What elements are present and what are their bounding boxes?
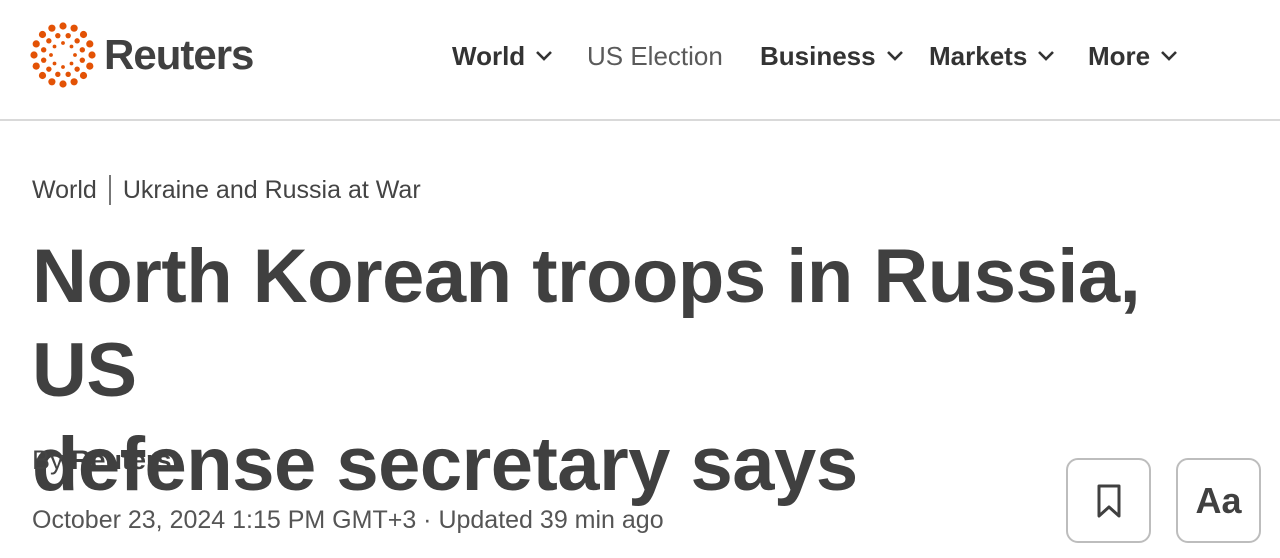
nav-item-label: World (452, 40, 526, 71)
logo-dot (59, 22, 67, 30)
logo-dot (32, 62, 40, 70)
logo-dot (61, 65, 65, 69)
main-nav: Business (760, 38, 904, 74)
chevron-down-icon (1038, 51, 1055, 61)
logo-dot (79, 57, 86, 63)
logo-dot (46, 66, 52, 72)
logo-dot (69, 44, 74, 49)
nav-item-label: Business (760, 40, 876, 71)
logo-dot (40, 47, 47, 53)
logo-dot (32, 40, 40, 48)
logo-dot (30, 51, 38, 59)
logo-dot (52, 61, 57, 66)
logo-text: Reuters (104, 31, 254, 78)
main-nav: Markets (929, 38, 1055, 74)
main-nav: World (452, 38, 553, 74)
logo-dot (86, 62, 94, 70)
logo-dot (59, 80, 67, 88)
logo-dot (70, 78, 78, 86)
logo-dot (65, 71, 71, 78)
text-size-label: Aa (1195, 479, 1242, 521)
byline-prefix: By (32, 445, 64, 475)
logo-dot (79, 30, 88, 39)
author-link[interactable]: Reuters (71, 445, 172, 475)
text-size-button[interactable]: Aa (1176, 458, 1261, 543)
chevron-down-icon (886, 51, 903, 61)
nav-item-markets[interactable]: Markets (929, 41, 1055, 72)
nav-item-label: Markets (929, 40, 1028, 71)
logo-dot (40, 57, 47, 63)
logo-dot (65, 32, 71, 39)
logo-dot (55, 71, 61, 78)
headline-line-1: North Korean troops in Russia, US (32, 234, 1141, 413)
site-header: Reuters World US Election Business Marke… (0, 0, 1280, 121)
logo-dot (79, 71, 88, 80)
reuters-logo[interactable]: Reuters (28, 20, 254, 90)
logo-dot (74, 66, 80, 72)
bookmark-icon (1097, 484, 1120, 517)
byline: By Reuters (32, 445, 172, 476)
main-nav: More (1088, 38, 1178, 74)
logo-dot (73, 53, 77, 57)
nav-item-world[interactable]: World (452, 41, 553, 72)
logo-dot (79, 47, 86, 53)
logo-dot (74, 38, 80, 44)
article-headline: North Korean troops in Russia, US defens… (32, 230, 1242, 512)
main-nav: US Election (587, 38, 723, 74)
logo-dot (48, 78, 56, 86)
logo-dot (61, 41, 65, 45)
breadcrumb-item-section[interactable]: Ukraine and Russia at War (123, 176, 421, 205)
logo-dot (46, 38, 52, 44)
logo-dot (38, 30, 47, 39)
nav-item-label: US Election (587, 40, 723, 71)
nav-item-us-election[interactable]: US Election (587, 41, 723, 72)
logo-dot (55, 32, 61, 39)
logo-dot (48, 24, 56, 32)
logo-dot (69, 61, 74, 66)
logo-dot (88, 51, 96, 59)
logo-dot (38, 71, 47, 80)
nav-item-more[interactable]: More (1088, 41, 1178, 72)
nav-item-business[interactable]: Business (760, 41, 904, 72)
nav-item-label: More (1088, 40, 1151, 71)
chevron-down-icon (536, 51, 553, 61)
logo-dot (86, 40, 94, 48)
reuters-logo-icon (30, 22, 96, 88)
logo-dot (52, 44, 57, 49)
logo-dot (70, 24, 78, 32)
bookmark-button[interactable] (1066, 458, 1151, 543)
breadcrumb-divider (108, 175, 111, 205)
chevron-down-icon (1161, 51, 1178, 61)
breadcrumb-item-world[interactable]: World (32, 176, 97, 205)
article-dateline: October 23, 2024 1:15 PM GMT+3 · Updated… (32, 506, 664, 534)
logo-dot (49, 53, 53, 57)
breadcrumb: World Ukraine and Russia at War (32, 172, 421, 208)
